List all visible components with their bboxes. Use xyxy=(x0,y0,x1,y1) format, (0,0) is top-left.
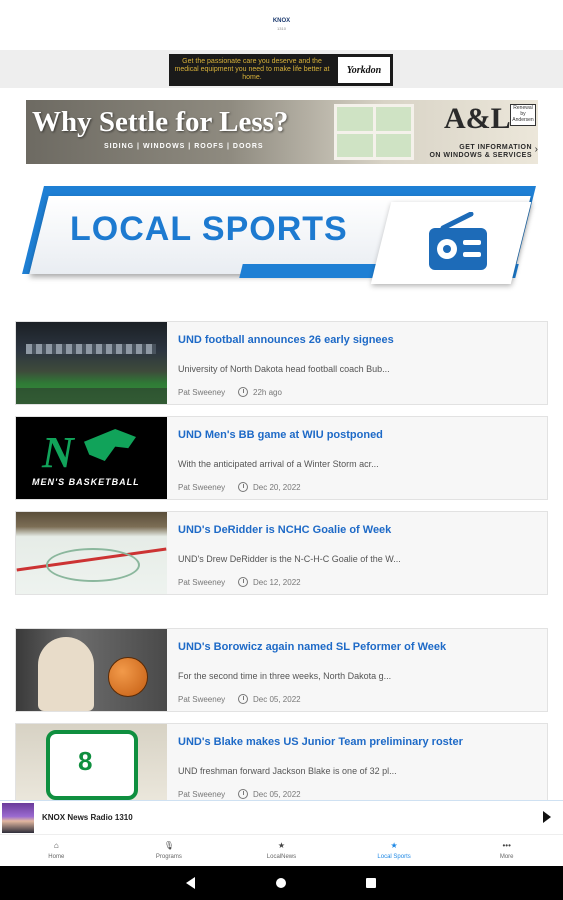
bottom-navigation: ⌂ Home 🎙 Programs ★ LocalNews ★ Local Sp… xyxy=(0,834,563,866)
ad-info-line-2: ON WINDOWS & SERVICES xyxy=(429,152,532,159)
news-author: Pat Sweeney xyxy=(178,483,226,492)
player-figure xyxy=(38,637,94,711)
ad-brandmark: A&L xyxy=(444,102,511,135)
nav-home[interactable]: ⌂ Home xyxy=(0,835,113,866)
clock-icon xyxy=(238,482,248,492)
news-item[interactable]: 8 UND's Blake makes US Junior Team preli… xyxy=(15,723,548,807)
microphone-icon: 🎙 xyxy=(163,841,174,850)
mini-player[interactable]: KNOX News Radio 1310 xyxy=(0,800,563,834)
play-icon[interactable] xyxy=(543,811,551,823)
nav-programs[interactable]: 🎙 Programs xyxy=(113,835,226,866)
ad-small-brand: Yorkdon xyxy=(338,57,390,83)
news-item[interactable]: N MEN'S BASKETBALL UND Men's BB game at … xyxy=(15,416,548,500)
nav-local-sports[interactable]: ★ Local Sports xyxy=(338,835,451,866)
news-thumbnail: 8 xyxy=(16,724,167,806)
home-button-icon[interactable] xyxy=(276,878,286,888)
news-headline[interactable]: UND Men's BB game at WIU postponed xyxy=(178,429,383,441)
news-date: Dec 12, 2022 xyxy=(253,578,301,587)
jersey-number: 8 xyxy=(78,746,93,776)
ad-info: GET INFORMATION ON WINDOWS & SERVICES xyxy=(429,144,532,160)
news-author: Pat Sweeney xyxy=(178,695,226,704)
back-icon[interactable] xyxy=(186,877,195,889)
news-date: Dec 20, 2022 xyxy=(253,483,301,492)
news-item[interactable]: UND football announces 26 early signees … xyxy=(15,321,548,405)
clock-icon xyxy=(238,387,248,397)
nav-more[interactable]: ••• More xyxy=(450,835,563,866)
news-item[interactable]: UND's DeRidder is NCHC Goalie of Week UN… xyxy=(15,511,548,595)
radio-icon xyxy=(429,212,487,270)
und-logo-letter: N xyxy=(42,428,74,477)
news-headline[interactable]: UND's Blake makes US Junior Team prelimi… xyxy=(178,736,463,748)
news-summary: University of North Dakota head football… xyxy=(178,364,390,374)
basketball-icon xyxy=(108,657,148,697)
banner-ad-small[interactable]: Get the passionate care you deserve and … xyxy=(169,54,393,86)
nav-label: Local Sports xyxy=(377,854,411,860)
fighting-hawk-icon xyxy=(84,429,136,461)
news-summary: UND's Drew DeRidder is the N-C-H-C Goali… xyxy=(178,554,401,564)
nav-label: More xyxy=(499,854,514,860)
ad-small-text: Get the passionate care you deserve and … xyxy=(174,58,330,81)
news-thumbnail: N MEN'S BASKETBALL xyxy=(16,417,167,499)
chevron-right-icon: › xyxy=(534,144,538,155)
station-logo[interactable]: KNOX 1310 xyxy=(273,18,290,32)
ad-subline: SIDING | WINDOWS | ROOFS | DOORS xyxy=(104,143,264,150)
news-date: 22h ago xyxy=(253,388,282,397)
more-icon: ••• xyxy=(502,841,511,850)
nav-label: LocalNews xyxy=(266,854,297,860)
news-date: Dec 05, 2022 xyxy=(253,790,301,799)
news-author: Pat Sweeney xyxy=(178,388,226,397)
star-icon: ★ xyxy=(390,841,398,850)
ad-headline: Why Settle for Less? xyxy=(32,106,289,138)
clock-icon xyxy=(238,577,248,587)
home-icon: ⌂ xyxy=(53,841,59,850)
local-sports-banner: LOCAL SPORTS xyxy=(22,184,545,294)
system-navigation-bar xyxy=(0,866,563,900)
news-author: Pat Sweeney xyxy=(178,790,226,799)
logo-sub: 1310 xyxy=(277,26,286,31)
news-author: Pat Sweeney xyxy=(178,578,226,587)
ad-info-line-1: GET INFORMATION xyxy=(459,144,532,151)
top-ad-strip: Get the passionate care you deserve and … xyxy=(0,50,563,88)
recent-apps-icon[interactable] xyxy=(366,878,376,888)
station-name: KNOX News Radio 1310 xyxy=(42,813,133,822)
news-thumbnail xyxy=(16,629,167,711)
banner-title: LOCAL SPORTS xyxy=(70,210,348,248)
news-headline[interactable]: UND's DeRidder is NCHC Goalie of Week xyxy=(178,524,391,536)
star-icon: ★ xyxy=(277,841,286,850)
ad-renewal-logo: Renewal by Andersen xyxy=(510,104,536,126)
thumb-caption: MEN'S BASKETBALL xyxy=(32,477,140,487)
banner-ad-large[interactable]: Why Settle for Less? SIDING | WINDOWS | … xyxy=(26,100,538,164)
clock-icon xyxy=(238,694,248,704)
news-summary: For the second time in three weeks, Nort… xyxy=(178,671,392,681)
news-date: Dec 05, 2022 xyxy=(253,695,301,704)
app-root: KNOX 1310 Get the passionate care you de… xyxy=(0,0,563,900)
news-thumbnail xyxy=(16,512,167,594)
news-summary: UND freshman forward Jackson Blake is on… xyxy=(178,766,397,776)
nav-label: Home xyxy=(48,854,65,860)
nav-label: Programs xyxy=(155,854,182,860)
station-artwork xyxy=(2,803,34,833)
news-headline[interactable]: UND football announces 26 early signees xyxy=(178,334,394,346)
news-item[interactable]: UND's Borowicz again named SL Peformer o… xyxy=(15,628,548,712)
clock-icon xyxy=(238,789,248,799)
news-headline[interactable]: UND's Borowicz again named SL Peformer o… xyxy=(178,641,446,653)
logo-text: KNOX xyxy=(272,18,291,24)
window-image xyxy=(334,104,414,160)
nav-localnews[interactable]: ★ LocalNews xyxy=(225,835,338,866)
news-thumbnail xyxy=(16,322,167,404)
news-summary: With the anticipated arrival of a Winter… xyxy=(178,459,379,469)
app-header: KNOX 1310 xyxy=(0,0,563,50)
